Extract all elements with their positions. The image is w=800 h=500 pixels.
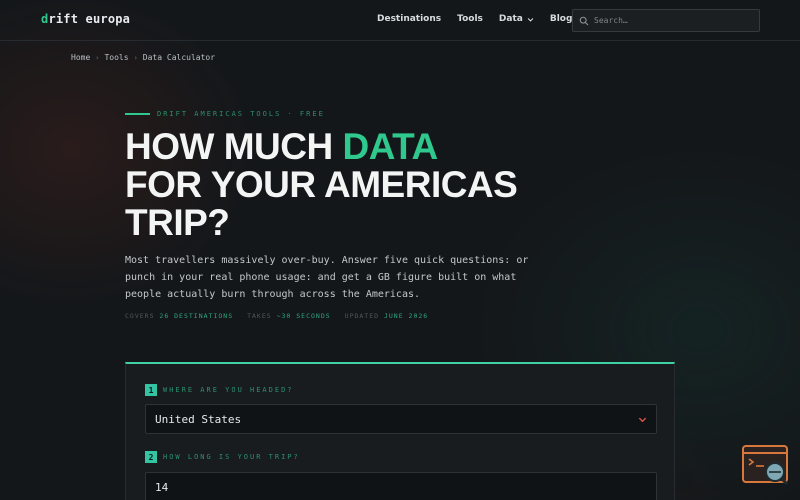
- nav-data[interactable]: Data: [499, 14, 534, 24]
- meta-covers: COVERS 26 DESTINATIONS: [125, 312, 233, 320]
- step-number: 2: [145, 451, 157, 463]
- breadcrumb: Home › Tools › Data Calculator: [71, 53, 215, 62]
- eyebrow: DRIFT AMERICAS TOOLS · FREE: [125, 110, 325, 118]
- question-label: WHERE ARE YOU HEADED?: [163, 386, 294, 394]
- trip-length-value: 14: [155, 480, 169, 494]
- breadcrumb-separator: ›: [95, 53, 100, 62]
- site-header: drift europa Destinations Tools Data Blo…: [0, 0, 800, 41]
- title-part: HOW MUCH: [125, 126, 343, 167]
- meta-key: COVERS: [125, 312, 155, 320]
- logo-text: rift europa: [48, 12, 131, 26]
- breadcrumb-tools[interactable]: Tools: [104, 53, 128, 62]
- meta-key: UPDATED: [344, 312, 380, 320]
- meta-value: ~30 SECONDS: [276, 312, 331, 320]
- calculator-form: 1 WHERE ARE YOU HEADED? United States 2 …: [125, 362, 675, 500]
- question-label: HOW LONG IS YOUR TRIP?: [163, 453, 300, 461]
- chevron-down-icon: [638, 417, 647, 423]
- nav-tools[interactable]: Tools: [457, 14, 483, 24]
- meta-value: 26 DESTINATIONS: [159, 312, 234, 320]
- search-icon: [579, 16, 589, 25]
- help-widget-icon[interactable]: [742, 445, 790, 485]
- title-line-3: TRIP?: [125, 202, 230, 243]
- meta-value: JUNE 2026: [383, 312, 429, 320]
- nav-data-label: Data: [498, 14, 523, 24]
- intro-text: Most travellers massively over-buy. Answ…: [125, 255, 529, 300]
- page-title: HOW MUCH DATA FOR YOUR AMERICAS TRIP?: [125, 128, 645, 242]
- title-line-2: FOR YOUR AMERICAS: [125, 164, 518, 205]
- breadcrumb-current: Data Calculator: [142, 53, 216, 62]
- breadcrumb-home[interactable]: Home: [71, 53, 90, 62]
- main-nav: Destinations Tools Data Blog: [377, 14, 588, 24]
- meta-updated: UPDATED JUNE 2026: [345, 312, 429, 320]
- nav-blog[interactable]: Blog: [550, 14, 573, 24]
- meta-key: TAKES: [247, 312, 272, 320]
- eyebrow-text: DRIFT AMERICAS TOOLS · FREE: [157, 110, 325, 118]
- trip-length-input[interactable]: 14: [145, 472, 657, 500]
- eyebrow-rule: [125, 113, 150, 115]
- search-input[interactable]: [594, 16, 754, 25]
- meta-takes: TAKES ~30 SECONDS: [247, 312, 331, 320]
- question-1: 1 WHERE ARE YOU HEADED?: [145, 384, 294, 396]
- chevron-down-icon: [527, 17, 534, 22]
- destination-select[interactable]: United States: [145, 404, 657, 434]
- nav-destinations[interactable]: Destinations: [377, 14, 441, 24]
- step-number: 1: [145, 384, 157, 396]
- meta-row: COVERS 26 DESTINATIONS TAKES ~30 SECONDS…: [125, 312, 442, 320]
- logo[interactable]: drift europa: [41, 12, 130, 26]
- title-highlight: DATA: [342, 126, 438, 167]
- destination-value: United States: [155, 412, 242, 426]
- question-2: 2 HOW LONG IS YOUR TRIP?: [145, 451, 300, 463]
- breadcrumb-separator: ›: [133, 53, 138, 62]
- search-box[interactable]: [572, 9, 760, 32]
